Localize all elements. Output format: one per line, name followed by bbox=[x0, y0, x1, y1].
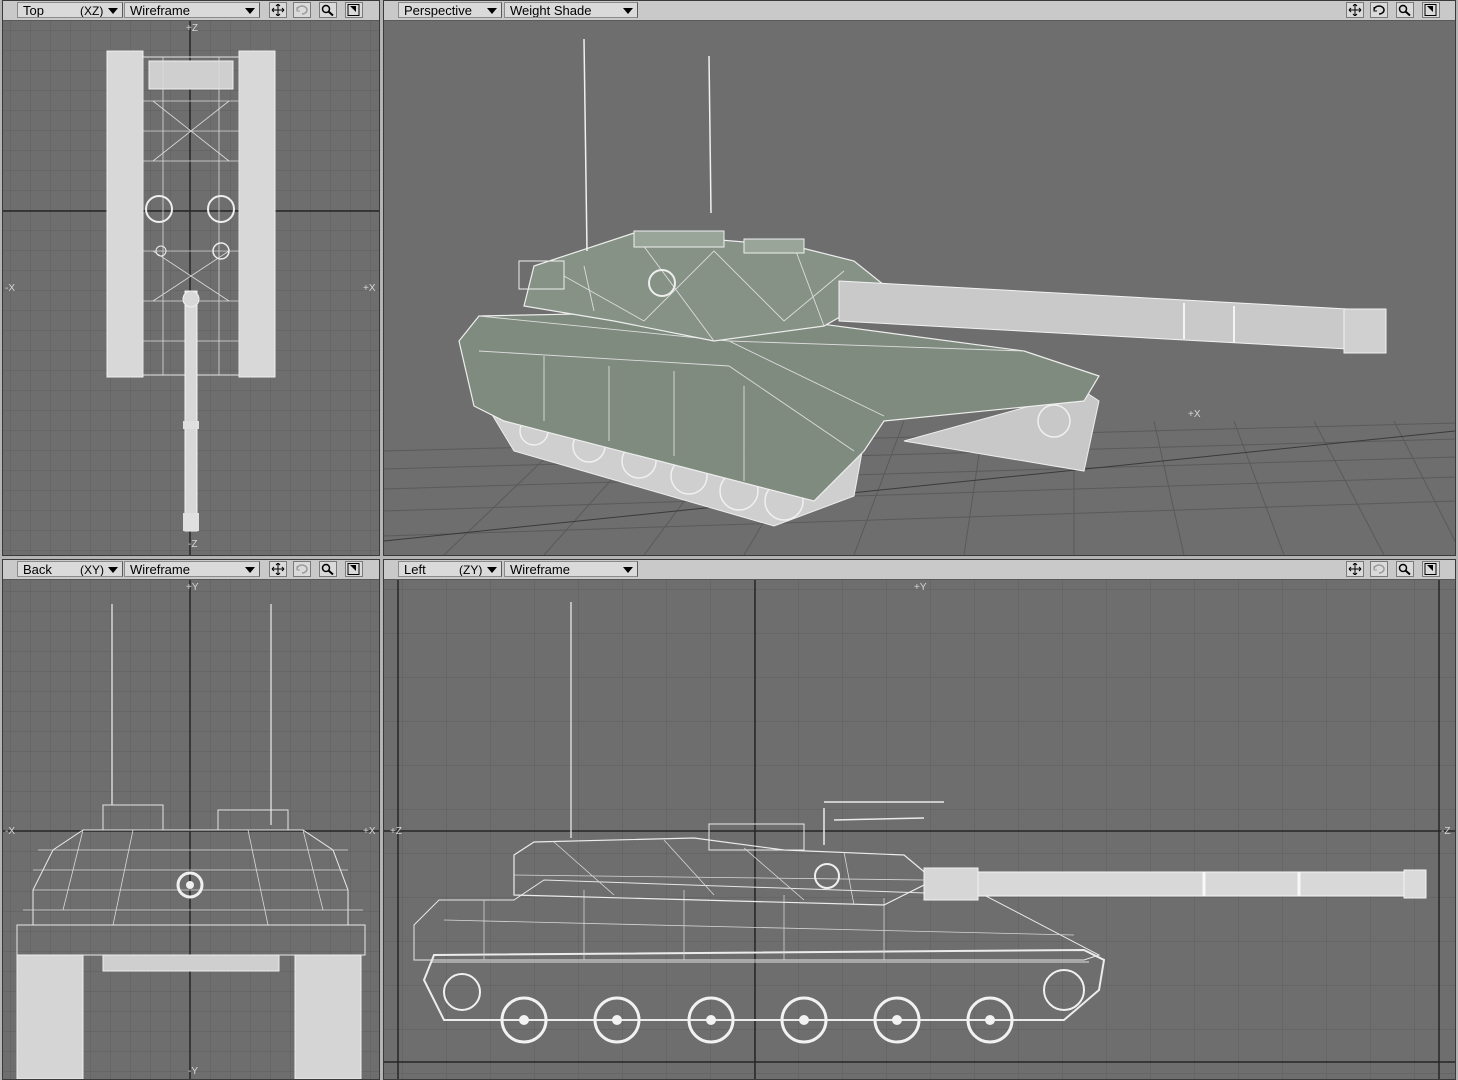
viewport-top[interactable]: Top (XZ) Wireframe +Z -Z -X +X bbox=[2, 0, 380, 556]
viewport-perspective[interactable]: Perspective Weight Shade +X bbox=[383, 0, 1456, 556]
axis-label-minus-z: -Z bbox=[1441, 826, 1451, 837]
viewport-back-canvas[interactable]: +Y -Y -X +X bbox=[3, 580, 379, 1079]
move-icon bbox=[1348, 563, 1362, 575]
render-mode-label: Wireframe bbox=[130, 562, 190, 577]
zoom-icon bbox=[321, 4, 334, 16]
move-view-button[interactable] bbox=[269, 561, 287, 577]
viewport-perspective-canvas[interactable]: +X bbox=[384, 21, 1455, 555]
render-mode-label: Weight Shade bbox=[510, 3, 592, 18]
tank-perspective-model bbox=[458, 38, 1387, 527]
move-icon bbox=[1348, 4, 1362, 16]
render-mode-dropdown[interactable]: Wireframe bbox=[124, 561, 260, 577]
move-icon bbox=[271, 563, 285, 575]
maximize-icon bbox=[347, 563, 360, 575]
chevron-down-icon bbox=[487, 567, 497, 573]
viewport-back-header: Back (XY) Wireframe bbox=[3, 560, 379, 580]
view-axes-label: (XY) bbox=[80, 563, 104, 577]
viewport-top-header: Top (XZ) Wireframe bbox=[3, 1, 379, 21]
view-axes-label: (XZ) bbox=[80, 4, 104, 18]
zoom-icon bbox=[1398, 563, 1411, 575]
axis-label-plus-x: +X bbox=[363, 826, 376, 837]
view-type-dropdown[interactable]: Perspective bbox=[398, 2, 502, 18]
view-type-label: Left bbox=[404, 562, 426, 577]
zoom-icon bbox=[1398, 4, 1411, 16]
axis-label-minus-x: -X bbox=[5, 283, 15, 294]
maximize-view-button[interactable] bbox=[345, 561, 363, 577]
move-view-button[interactable] bbox=[269, 2, 287, 18]
rotate-icon bbox=[1373, 5, 1385, 15]
render-mode-label: Wireframe bbox=[510, 562, 570, 577]
chevron-down-icon bbox=[623, 8, 633, 14]
axis-label-plus-y: +Y bbox=[914, 582, 927, 593]
zoom-view-button[interactable] bbox=[319, 2, 337, 18]
render-mode-dropdown[interactable]: Wireframe bbox=[504, 561, 638, 577]
maximize-view-button[interactable] bbox=[1422, 561, 1440, 577]
axis-label-plus-x: +X bbox=[1188, 409, 1201, 420]
move-view-button[interactable] bbox=[1346, 2, 1364, 18]
axis-label-plus-z: +Z bbox=[390, 826, 402, 837]
viewport-left-header: Left (ZY) Wireframe bbox=[384, 560, 1455, 580]
chevron-down-icon bbox=[108, 8, 118, 14]
view-axes-label: (ZY) bbox=[459, 563, 483, 577]
view-type-dropdown[interactable]: Top (XZ) bbox=[17, 2, 123, 18]
chevron-down-icon bbox=[245, 567, 255, 573]
axis-label-minus-z: -Z bbox=[188, 539, 198, 550]
render-mode-dropdown[interactable]: Wireframe bbox=[124, 2, 260, 18]
view-type-dropdown[interactable]: Back (XY) bbox=[17, 561, 123, 577]
chevron-down-icon bbox=[108, 567, 118, 573]
move-view-button[interactable] bbox=[1346, 561, 1364, 577]
chevron-down-icon bbox=[487, 8, 497, 14]
rotate-icon bbox=[296, 5, 308, 15]
axis-label-plus-z: +Z bbox=[186, 23, 198, 34]
axis-label-minus-x: -X bbox=[5, 826, 15, 837]
view-type-dropdown[interactable]: Left (ZY) bbox=[398, 561, 502, 577]
view-type-label: Top bbox=[23, 3, 44, 18]
axis-label-minus-y: -Y bbox=[188, 1066, 198, 1077]
viewport-top-canvas[interactable]: +Z -Z -X +X bbox=[3, 21, 379, 555]
viewport-left-canvas[interactable]: +Y +Z -Z bbox=[384, 580, 1455, 1079]
viewport-left[interactable]: Left (ZY) Wireframe +Y +Z -Z bbox=[383, 559, 1456, 1080]
rotate-view-button[interactable] bbox=[293, 2, 311, 18]
rotate-view-button[interactable] bbox=[1370, 561, 1388, 577]
viewport-perspective-header: Perspective Weight Shade bbox=[384, 1, 1455, 21]
maximize-icon bbox=[1424, 563, 1437, 575]
zoom-view-button[interactable] bbox=[1396, 561, 1414, 577]
chevron-down-icon bbox=[623, 567, 633, 573]
maximize-icon bbox=[1424, 4, 1437, 16]
maximize-view-button[interactable] bbox=[1422, 2, 1440, 18]
view-type-label: Back bbox=[23, 562, 52, 577]
move-icon bbox=[271, 4, 285, 16]
view-type-label: Perspective bbox=[404, 3, 472, 18]
render-mode-dropdown[interactable]: Weight Shade bbox=[504, 2, 638, 18]
rotate-icon bbox=[1373, 564, 1385, 574]
zoom-view-button[interactable] bbox=[319, 561, 337, 577]
viewport-back[interactable]: Back (XY) Wireframe +Y -Y -X +X bbox=[2, 559, 380, 1080]
zoom-view-button[interactable] bbox=[1396, 2, 1414, 18]
maximize-view-button[interactable] bbox=[345, 2, 363, 18]
zoom-icon bbox=[321, 563, 334, 575]
axis-label-plus-x: +X bbox=[363, 283, 376, 294]
axis-label-plus-y: +Y bbox=[186, 582, 199, 593]
rotate-icon bbox=[296, 564, 308, 574]
maximize-icon bbox=[347, 4, 360, 16]
render-mode-label: Wireframe bbox=[130, 3, 190, 18]
chevron-down-icon bbox=[245, 8, 255, 14]
rotate-view-button[interactable] bbox=[1370, 2, 1388, 18]
rotate-view-button[interactable] bbox=[293, 561, 311, 577]
